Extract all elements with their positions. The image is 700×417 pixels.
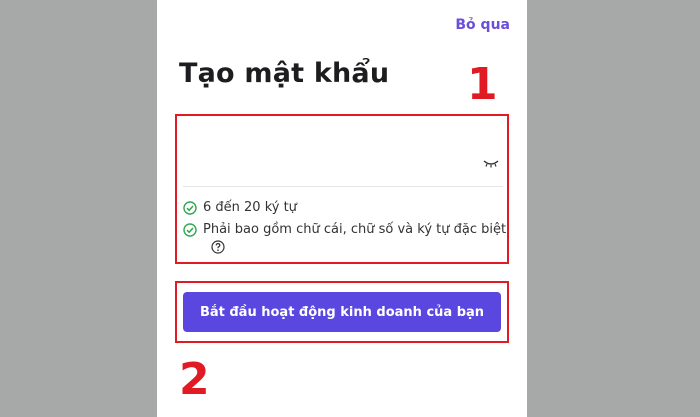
annotation-step-1: 1 [467, 59, 498, 110]
check-circle-icon [183, 201, 197, 215]
rule-length-text: 6 đến 20 ký tự [203, 200, 297, 215]
check-circle-icon [183, 223, 197, 237]
rule-characters-text: Phải bao gồm chữ cái, chữ số và ký tự đặ… [203, 222, 507, 237]
password-field[interactable] [183, 120, 503, 187]
rule-characters: Phải bao gồm chữ cái, chữ số và ký tự đặ… [183, 222, 506, 237]
page-title: Tạo mật khẩu [179, 58, 390, 89]
rule-length: 6 đến 20 ký tự [183, 200, 297, 215]
password-section-highlight: 6 đến 20 ký tự Phải bao gồm chữ cái, chữ… [175, 114, 509, 264]
eye-closed-icon[interactable] [483, 158, 499, 168]
skip-link[interactable]: Bỏ qua [455, 17, 510, 33]
annotation-step-2: 2 [179, 354, 210, 405]
signup-screen: Bỏ qua Tạo mật khẩu 1 6 đến 20 ký tự Phả… [157, 0, 527, 417]
cta-section-highlight: Bắt đầu hoạt động kinh doanh của bạn [175, 281, 509, 343]
question-circle-icon[interactable] [211, 240, 225, 254]
start-business-button[interactable]: Bắt đầu hoạt động kinh doanh của bạn [183, 292, 501, 332]
